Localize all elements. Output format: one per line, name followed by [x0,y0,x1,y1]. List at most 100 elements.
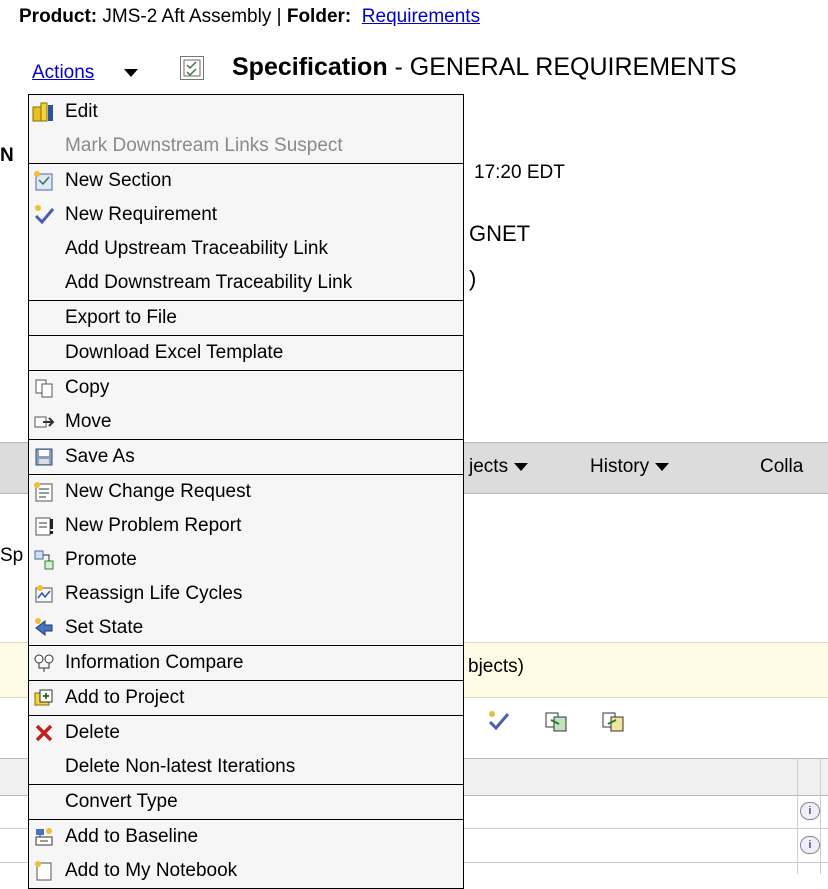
menu-section: Add to Baseline Add to My Notebook [29,819,463,888]
menu-item-label: Add to My Notebook [65,860,238,881]
menu-item-save-as[interactable]: Save As [29,440,463,474]
column-divider [797,758,798,874]
add-project-icon [31,685,57,711]
chevron-down-icon [514,462,529,471]
bg-section-label: Sp [0,545,24,566]
tab-label: jects [469,456,509,477]
menu-item-label: Add Upstream Traceability Link [65,238,328,259]
menu-item-download-excel-template[interactable]: Download Excel Template [29,336,463,370]
menu-item-label: Export to File [65,307,177,328]
specification-icon [180,56,204,80]
menu-item-label: New Change Request [65,481,251,502]
menu-item-set-state[interactable]: Set State [29,611,463,645]
tab-history[interactable]: History [590,456,670,478]
menu-item-icon-spacer [31,305,57,331]
menu-item-label: Delete Non-latest Iterations [65,756,296,777]
menu-section: New Section New Requirement Add Upstream T… [29,163,463,300]
menu-item-delete[interactable]: Delete [29,716,463,750]
menu-item-edit[interactable]: Edit [29,95,463,129]
menu-item-export-to-file[interactable]: Export to File [29,301,463,335]
change-request-icon [31,479,57,505]
page-title: Specification - GENERAL REQUIREMENTS [232,53,737,82]
add-downstream-link-icon[interactable] [600,708,626,734]
menu-item-delete-non-latest-iterations[interactable]: Delete Non-latest Iterations [29,750,463,784]
menu-item-mark-downstream-links-suspect: Mark Downstream Links Suspect [29,129,463,163]
menu-item-label: Reassign Life Cycles [65,583,243,604]
menu-item-add-to-project[interactable]: Add to Project [29,681,463,715]
menu-item-label: New Section [65,170,172,191]
menu-section: Download Excel Template [29,335,463,370]
menu-item-add-to-my-notebook[interactable]: Add to My Notebook [29,854,463,888]
promote-icon [31,547,57,573]
menu-item-label: New Problem Report [65,515,242,536]
bg-time: 17:20 EDT [474,162,565,183]
tab-label: Colla [760,456,804,477]
menu-item-label: Copy [65,377,110,398]
chevron-down-icon [655,462,670,471]
actions-dropdown-menu: Edit Mark Downstream Links Suspect New Sec… [28,94,464,889]
menu-item-icon-spacer [31,340,57,366]
menu-item-label: Download Excel Template [65,342,284,363]
menu-item-new-problem-report[interactable]: New Problem Report [29,509,463,543]
product-label: Product: [19,6,98,27]
menu-item-information-compare[interactable]: Information Compare [29,646,463,680]
separator: | [276,6,282,27]
menu-section: Delete Delete Non-latest Iterations [29,715,463,784]
info-icon[interactable]: i [800,836,820,854]
notebook-icon [31,858,57,884]
menu-section: Edit Mark Downstream Links Suspect [29,95,463,163]
info-icon[interactable]: i [800,802,820,820]
menu-item-add-to-baseline[interactable]: Add to Baseline [29,820,463,854]
copy-icon [31,375,57,401]
menu-item-label: Edit [65,101,98,122]
menu-section: Save As [29,439,463,474]
menu-item-new-change-request[interactable]: New Change Request [29,475,463,509]
life-cycle-icon [31,581,57,607]
menu-item-label: Add to Project [65,687,185,708]
delete-icon [31,720,57,746]
menu-item-move[interactable]: Move [29,405,463,439]
tab-collaboration[interactable]: Colla [760,456,803,478]
bg-paren: ) [469,266,477,291]
save-as-icon [31,444,57,470]
menu-section: New Change Request New Problem Report Prom… [29,474,463,645]
menu-item-add-downstream-traceability-link[interactable]: Add Downstream Traceability Link [29,266,463,300]
menu-item-icon-spacer [31,754,57,780]
menu-item-new-requirement[interactable]: New Requirement [29,198,463,232]
column-divider [820,758,821,874]
new-requirement-toolbar-icon[interactable] [486,708,512,734]
context-line: Product: JMS-2 Aft Assembly | Folder: Re… [19,6,480,28]
tab-label: History [590,456,650,477]
add-upstream-link-icon[interactable] [543,708,569,734]
menu-item-label: Convert Type [65,791,178,812]
menu-item-promote[interactable]: Promote [29,543,463,577]
title-name: - GENERAL REQUIREMENTS [387,53,737,81]
menu-item-label: Set State [65,617,144,638]
tab-objects[interactable]: jects [469,456,529,478]
menu-item-icon-spacer [31,789,57,815]
folder-label: Folder: [286,6,352,27]
title-type: Specification [232,53,388,81]
chevron-down-icon[interactable] [124,69,138,77]
menu-section: Convert Type [29,784,463,819]
menu-item-add-upstream-traceability-link[interactable]: Add Upstream Traceability Link [29,232,463,266]
menu-item-label: Mark Downstream Links Suspect [65,135,343,156]
menu-section: Add to Project [29,680,463,715]
menu-item-copy[interactable]: Copy [29,371,463,405]
compare-icon [31,650,57,676]
menu-item-label: Promote [65,549,137,570]
menu-item-convert-type[interactable]: Convert Type [29,785,463,819]
move-icon [31,409,57,435]
menu-item-label: Add to Baseline [65,826,199,847]
edit-icon [31,99,57,125]
menu-item-label: Information Compare [65,652,244,673]
folder-link[interactable]: Requirements [362,6,480,27]
actions-menu-button[interactable]: Actions [32,62,94,84]
bg-snet: GNET [469,221,531,246]
menu-item-label: Delete [65,722,120,743]
menu-section: Export to File [29,300,463,335]
menu-item-new-section[interactable]: New Section [29,164,463,198]
menu-item-reassign-life-cycles[interactable]: Reassign Life Cycles [29,577,463,611]
menu-item-icon-spacer [31,270,57,296]
menu-item-label: New Requirement [65,204,218,225]
